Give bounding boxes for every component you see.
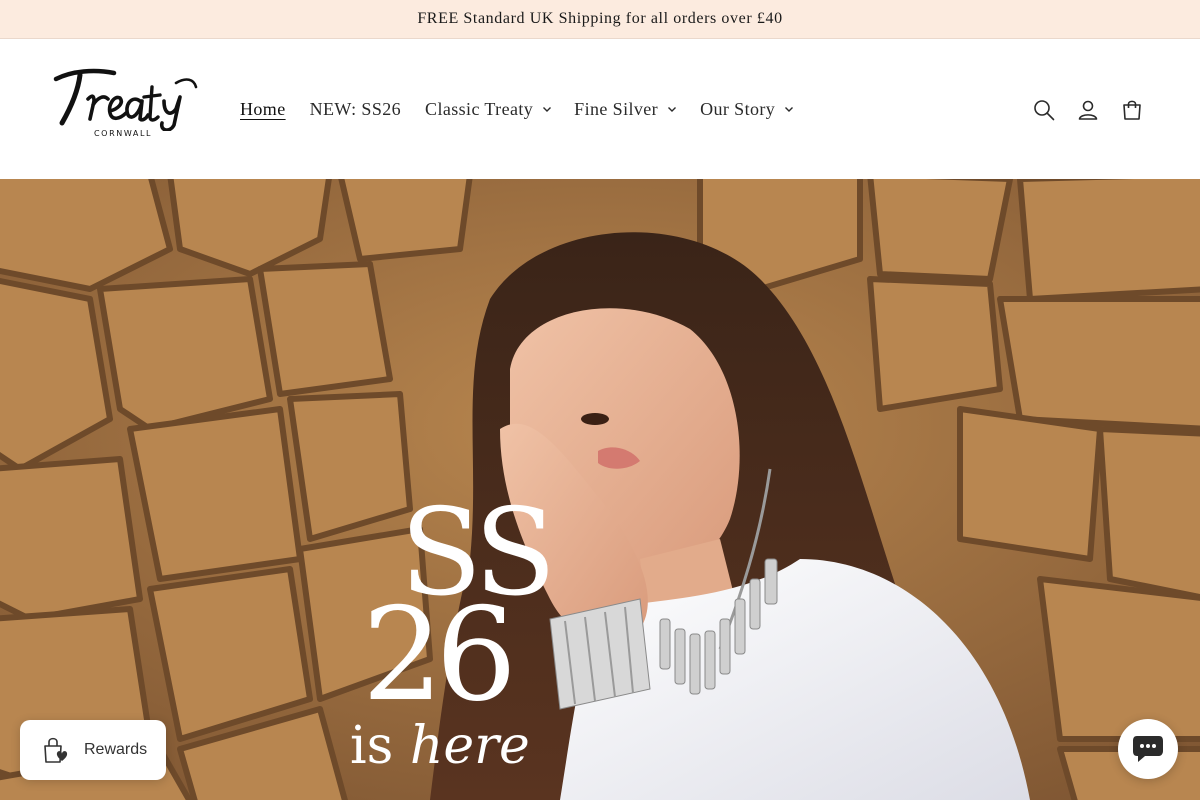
hero-banner[interactable]: SS 26 is here bbox=[0, 179, 1200, 800]
account-button[interactable] bbox=[1074, 96, 1102, 124]
nav-item-label: NEW: SS26 bbox=[309, 98, 402, 119]
rewards-launcher[interactable]: Rewards bbox=[20, 720, 166, 780]
hero-line-is: is bbox=[350, 716, 410, 776]
nav-item-new-ss26[interactable]: NEW: SS26 bbox=[310, 99, 401, 120]
announcement-text: FREE Standard UK Shipping for all orders… bbox=[417, 10, 783, 27]
nav-item-classic-treaty[interactable]: Classic Treaty bbox=[425, 99, 552, 120]
header-icons bbox=[1030, 96, 1146, 124]
logo-script-mark bbox=[53, 68, 198, 131]
chevron-down-icon bbox=[785, 107, 794, 112]
chevron-down-icon bbox=[668, 107, 677, 112]
cart-button[interactable] bbox=[1118, 96, 1146, 124]
hero-line-26: 26 bbox=[362, 581, 517, 730]
nav-item-home[interactable]: Home bbox=[240, 99, 286, 120]
nav-item-label: Fine Silver bbox=[574, 98, 659, 119]
hero-line-here: here bbox=[409, 716, 530, 776]
hero-line-is-here: is here bbox=[350, 716, 530, 776]
nav-item-label: Our Story bbox=[700, 98, 776, 119]
brand-logo[interactable]: CORNWALL bbox=[52, 65, 200, 143]
chat-launcher[interactable] bbox=[1118, 719, 1178, 779]
hero-photo bbox=[0, 179, 1200, 800]
chevron-down-icon bbox=[543, 107, 552, 112]
nav-item-our-story[interactable]: Our Story bbox=[700, 99, 794, 120]
nav-item-label: Classic Treaty bbox=[425, 98, 534, 119]
cart-icon bbox=[1123, 100, 1141, 120]
search-icon bbox=[1034, 100, 1055, 121]
hero-headline: SS 26 is here bbox=[340, 494, 580, 794]
site-header: CORNWALL Home NEW: SS26 Classic Treaty F… bbox=[0, 39, 1200, 179]
gift-bag-icon bbox=[42, 735, 72, 765]
account-icon bbox=[1078, 100, 1098, 120]
main-navigation: Home NEW: SS26 Classic Treaty Fine Silve… bbox=[240, 96, 794, 122]
logo-subtitle: CORNWALL bbox=[94, 129, 153, 138]
nav-item-fine-silver[interactable]: Fine Silver bbox=[574, 99, 677, 120]
chat-bubble-icon bbox=[1133, 736, 1163, 762]
search-button[interactable] bbox=[1030, 96, 1058, 124]
nav-item-label: Home bbox=[240, 98, 286, 119]
rewards-label: Rewards bbox=[84, 741, 148, 758]
announcement-bar: FREE Standard UK Shipping for all orders… bbox=[0, 0, 1200, 39]
